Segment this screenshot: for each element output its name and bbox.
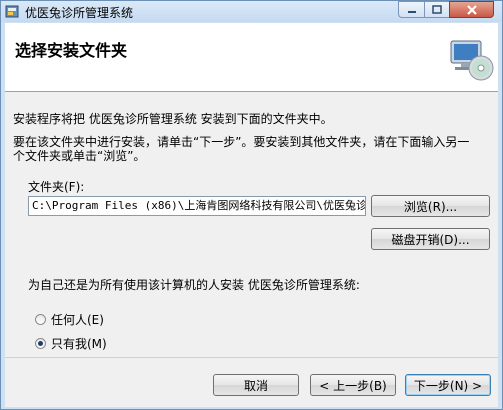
page-title: 选择安装文件夹 bbox=[15, 41, 128, 60]
radio-just-me-circle[interactable] bbox=[35, 338, 46, 349]
folder-path-input[interactable]: C:\Program Files (x86)\上海肯图网络科技有限公司\优医兔诊 bbox=[28, 196, 366, 216]
folder-label: 文件夹(F): bbox=[28, 180, 85, 194]
instruction-text-line2: 个文件夹或单击“浏览”。 bbox=[13, 149, 146, 163]
disk-cost-button[interactable]: 磁盘开销(D)... bbox=[371, 228, 490, 250]
close-button[interactable] bbox=[449, 1, 494, 18]
maximize-button[interactable] bbox=[424, 1, 449, 18]
radio-everyone-label: 任何人(E) bbox=[51, 313, 104, 327]
maximize-icon bbox=[432, 5, 442, 14]
back-button[interactable]: < 上一步(B) bbox=[310, 374, 396, 396]
install-for-question: 为自己还是为所有使用该计算机的人安装 优医兔诊所管理系统: bbox=[28, 278, 360, 292]
window-title: 优医兔诊所管理系统 bbox=[25, 6, 134, 20]
radio-just-me-label: 只有我(M) bbox=[51, 337, 107, 351]
radio-everyone-circle[interactable] bbox=[35, 314, 46, 325]
close-icon bbox=[466, 4, 477, 15]
footer-divider bbox=[5, 357, 498, 358]
intro-text: 安装程序将把 优医兔诊所管理系统 安装到下面的文件夹中。 bbox=[13, 112, 333, 126]
computer-cd-icon bbox=[450, 40, 494, 81]
wizard-body: 安装程序将把 优医兔诊所管理系统 安装到下面的文件夹中。 要在该文件夹中进行安装… bbox=[5, 92, 498, 407]
cancel-button[interactable]: 取消 bbox=[213, 374, 299, 396]
browse-button[interactable]: 浏览(R)... bbox=[371, 195, 490, 217]
title-bar[interactable]: 优医兔诊所管理系统 bbox=[1, 1, 502, 22]
installer-app-icon bbox=[5, 5, 19, 18]
installer-window: 优医兔诊所管理系统 选择安装文件夹 安装程序将把 优医兔诊所管理系统 安装到下面… bbox=[0, 0, 503, 410]
radio-just-me[interactable]: 只有我(M) bbox=[35, 335, 107, 352]
wizard-header: 选择安装文件夹 bbox=[5, 23, 498, 92]
radio-everyone[interactable]: 任何人(E) bbox=[35, 311, 104, 328]
next-button[interactable]: 下一步(N) > bbox=[405, 374, 491, 396]
minimize-icon bbox=[407, 10, 416, 13]
minimize-button[interactable] bbox=[398, 1, 424, 18]
